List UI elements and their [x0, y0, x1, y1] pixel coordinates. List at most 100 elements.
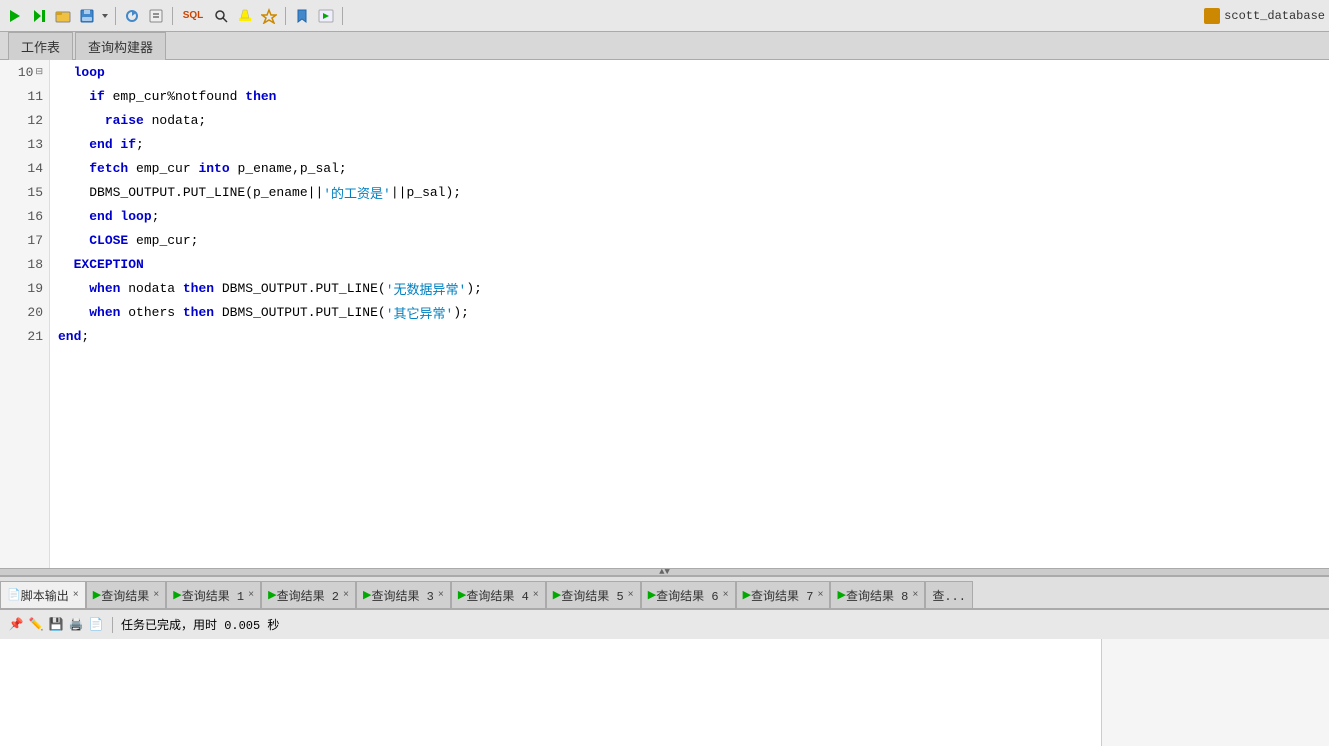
print-status-icon: 🖨️: [68, 617, 84, 633]
save-status-icon: 💾: [48, 617, 64, 633]
result-tab-icon-2: ▶: [173, 588, 181, 602]
result-tab-label-1: 查询结果: [101, 587, 149, 604]
resize-arrows-icon: ▲▼: [659, 567, 670, 577]
result-tab-label-4: 查询结果 3: [371, 587, 433, 604]
result-tab-0[interactable]: 📄脚本输出 ×: [0, 581, 86, 609]
code-content[interactable]: loop if emp_cur%notfound then raise noda…: [50, 60, 1329, 568]
line-number-18: 18: [0, 252, 49, 276]
toolbar-separator-4: [342, 7, 343, 25]
result-tab-close-5[interactable]: ×: [533, 590, 539, 601]
resize-handle[interactable]: ▲▼: [0, 568, 1329, 576]
code-line-17[interactable]: CLOSE emp_cur;: [50, 228, 1329, 252]
result-tab-6[interactable]: ▶查询结果 5 ×: [546, 581, 641, 609]
result-tab-icon-0: 📄: [7, 588, 21, 602]
step-button[interactable]: [28, 5, 50, 27]
save-dropdown-button[interactable]: [100, 5, 110, 27]
fold-icon-10[interactable]: ⊟: [35, 67, 43, 77]
toolbar-separator-3: [285, 7, 286, 25]
result-tab-label-6: 查询结果 5: [561, 587, 623, 604]
edit-icon: ✏️: [28, 617, 44, 633]
line-number-13: 13: [0, 132, 49, 156]
result-tab-9[interactable]: ▶查询结果 8 ×: [830, 581, 925, 609]
result-tab-10[interactable]: 查...: [925, 581, 973, 609]
code-line-10[interactable]: loop: [50, 60, 1329, 84]
line-number-15: 15: [0, 180, 49, 204]
result-tab-icon-4: ▶: [363, 588, 371, 602]
result-tab-icon-9: ▶: [837, 588, 845, 602]
status-message: 任务已完成，用时 0.005 秒: [121, 616, 279, 633]
code-line-19[interactable]: when nodata then DBMS_OUTPUT.PUT_LINE('无…: [50, 276, 1329, 300]
result-tab-label-0: 脚本输出: [21, 587, 69, 604]
code-line-11[interactable]: if emp_cur%notfound then: [50, 84, 1329, 108]
code-line-16[interactable]: end loop;: [50, 204, 1329, 228]
highlight-button[interactable]: [234, 5, 256, 27]
code-line-12[interactable]: raise nodata;: [50, 108, 1329, 132]
result-tab-close-8[interactable]: ×: [817, 590, 823, 601]
bookmark-button[interactable]: [291, 5, 313, 27]
toolbar-separator-1: [115, 7, 116, 25]
result-tab-close-2[interactable]: ×: [248, 590, 254, 601]
refresh-button[interactable]: [121, 5, 143, 27]
result-tab-3[interactable]: ▶查询结果 2 ×: [261, 581, 356, 609]
result-tab-close-7[interactable]: ×: [723, 590, 729, 601]
code-line-13[interactable]: end if;: [50, 132, 1329, 156]
result-tab-close-1[interactable]: ×: [153, 590, 159, 601]
line-number-19: 19: [0, 276, 49, 300]
result-tab-label-9: 查询结果 8: [846, 587, 908, 604]
db-icon: [1204, 8, 1220, 24]
line-number-21: 21: [0, 324, 49, 348]
line-number-16: 16: [0, 204, 49, 228]
result-main: [0, 639, 1101, 746]
result-tab-label-5: 查询结果 4: [466, 587, 528, 604]
line-number-12: 12: [0, 108, 49, 132]
result-tab-label-3: 查询结果 2: [277, 587, 339, 604]
save-button[interactable]: [76, 5, 98, 27]
line-numbers: 10⊟1112131415161718192021: [0, 60, 50, 568]
result-tab-close-4[interactable]: ×: [438, 590, 444, 601]
code-line-15[interactable]: DBMS_OUTPUT.PUT_LINE(p_ename||'的工资是'||p_…: [50, 180, 1329, 204]
line-number-10: 10⊟: [0, 60, 49, 84]
result-side: [1101, 639, 1329, 746]
open-button[interactable]: [52, 5, 74, 27]
result-tab-5[interactable]: ▶查询结果 4 ×: [451, 581, 546, 609]
editor-area: 10⊟1112131415161718192021 loop if emp_cu…: [0, 60, 1329, 568]
run-script-button[interactable]: [315, 5, 337, 27]
code-line-21[interactable]: end;: [50, 324, 1329, 348]
toolbar-separator-2: [172, 7, 173, 25]
status-separator: [112, 617, 113, 633]
result-tab-close-0[interactable]: ×: [73, 590, 79, 601]
result-tab-label-7: 查询结果 6: [656, 587, 718, 604]
code-line-20[interactable]: when others then DBMS_OUTPUT.PUT_LINE('其…: [50, 300, 1329, 324]
find-button[interactable]: [210, 5, 232, 27]
result-tab-icon-3: ▶: [268, 588, 276, 602]
result-tab-icon-8: ▶: [743, 588, 751, 602]
result-tab-icon-7: ▶: [648, 588, 656, 602]
mark-button[interactable]: [258, 5, 280, 27]
tab-worksheet[interactable]: 工作表: [8, 32, 73, 60]
export-button[interactable]: [145, 5, 167, 27]
pin-icon: 📌: [8, 617, 24, 633]
result-tab-icon-1: ▶: [93, 588, 101, 602]
line-number-20: 20: [0, 300, 49, 324]
page-icon: 📄: [88, 617, 104, 633]
run-button[interactable]: [4, 5, 26, 27]
code-line-18[interactable]: EXCEPTION: [50, 252, 1329, 276]
result-tab-close-6[interactable]: ×: [628, 590, 634, 601]
result-tab-label-10: 查...: [932, 587, 966, 604]
result-tab-2[interactable]: ▶查询结果 1×: [166, 581, 261, 609]
result-tab-label-8: 查询结果 7: [751, 587, 813, 604]
result-tab-icon-5: ▶: [458, 588, 466, 602]
result-tab-1[interactable]: ▶查询结果 ×: [86, 581, 167, 609]
result-tabs-bar: 📄脚本输出×▶查询结果×▶查询结果 1×▶查询结果 2×▶查询结果 3×▶查询结…: [0, 577, 1329, 609]
tabs-bar: 工作表 查询构建器: [0, 32, 1329, 60]
tab-query-builder[interactable]: 查询构建器: [75, 32, 166, 60]
result-tab-close-3[interactable]: ×: [343, 590, 349, 601]
result-tab-7[interactable]: ▶查询结果 6 ×: [641, 581, 736, 609]
result-tab-4[interactable]: ▶查询结果 3 ×: [356, 581, 451, 609]
bottom-section: 📄脚本输出×▶查询结果×▶查询结果 1×▶查询结果 2×▶查询结果 3×▶查询结…: [0, 576, 1329, 746]
result-tab-icon-6: ▶: [553, 588, 561, 602]
result-tab-close-9[interactable]: ×: [912, 590, 918, 601]
result-tab-8[interactable]: ▶查询结果 7 ×: [736, 581, 831, 609]
code-line-14[interactable]: fetch emp_cur into p_ename,p_sal;: [50, 156, 1329, 180]
sql-button[interactable]: SQL: [178, 5, 208, 27]
